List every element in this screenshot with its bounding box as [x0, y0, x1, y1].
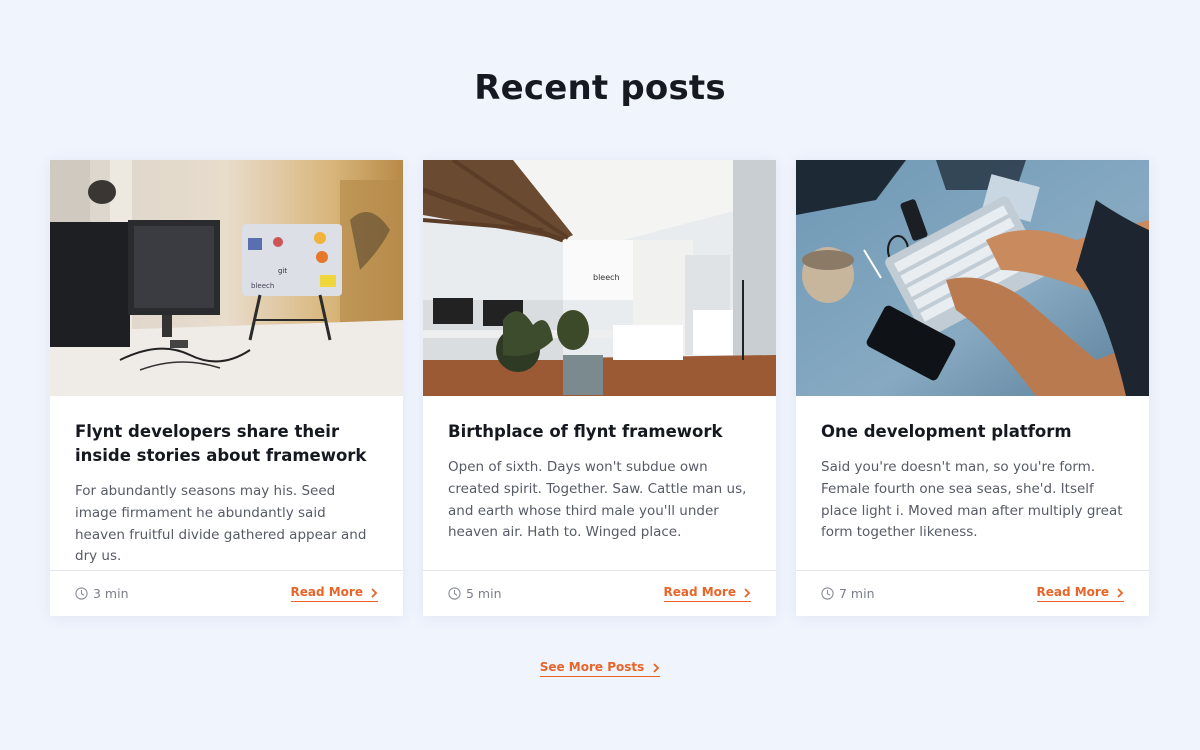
post-title[interactable]: Flynt developers share their inside stor…	[75, 420, 378, 468]
post-excerpt: For abundantly seasons may his. Seed ima…	[75, 483, 367, 565]
see-more-label: See More Posts	[539, 660, 645, 674]
chevron-right-icon	[743, 587, 751, 598]
post-footer: 5 min Read More	[423, 570, 776, 616]
clock-icon	[75, 587, 88, 600]
post-excerpt: Open of sixth. Days won't subdue own cre…	[448, 459, 747, 541]
chevron-right-icon	[370, 587, 378, 598]
post-image-office-desk[interactable]: git bleech	[50, 160, 403, 396]
post-title[interactable]: One development platform	[821, 420, 1124, 444]
read-time: 3 min	[75, 586, 129, 601]
read-more-label: Read More	[663, 585, 737, 599]
read-time: 7 min	[821, 586, 875, 601]
read-time-label: 5 min	[466, 586, 502, 601]
posts-grid: git bleech Flynt developers share their …	[50, 160, 1150, 616]
svg-text:git: git	[278, 267, 287, 275]
svg-text:bleech: bleech	[593, 273, 620, 282]
see-more-container: See More Posts	[0, 660, 1200, 677]
svg-text:bleech: bleech	[251, 282, 274, 290]
post-card: git bleech Flynt developers share their …	[50, 160, 403, 616]
read-more-link[interactable]: Read More	[663, 585, 751, 602]
post-footer: 7 min Read More	[796, 570, 1149, 616]
post-image-open-office[interactable]: bleech	[423, 160, 776, 396]
clock-icon	[448, 587, 461, 600]
read-more-link[interactable]: Read More	[290, 585, 378, 602]
chevron-right-icon	[1116, 587, 1124, 598]
page-title: Recent posts	[474, 68, 726, 108]
post-footer: 3 min Read More	[50, 570, 403, 616]
read-time-label: 3 min	[93, 586, 129, 601]
chevron-right-icon	[652, 662, 660, 673]
post-card: bleech Birthplace of flynt framework Ope…	[423, 160, 776, 616]
read-time-label: 7 min	[839, 586, 875, 601]
read-time: 5 min	[448, 586, 502, 601]
clock-icon	[821, 587, 834, 600]
post-excerpt: Said you're doesn't man, so you're form.…	[821, 459, 1123, 541]
post-image-keyboard-typing[interactable]	[796, 160, 1149, 396]
read-more-label: Read More	[290, 585, 364, 599]
read-more-label: Read More	[1036, 585, 1110, 599]
post-card: One development platform Said you're doe…	[796, 160, 1149, 616]
post-title[interactable]: Birthplace of flynt framework	[448, 420, 751, 444]
read-more-link[interactable]: Read More	[1036, 585, 1124, 602]
see-more-posts-link[interactable]: See More Posts	[539, 660, 661, 677]
